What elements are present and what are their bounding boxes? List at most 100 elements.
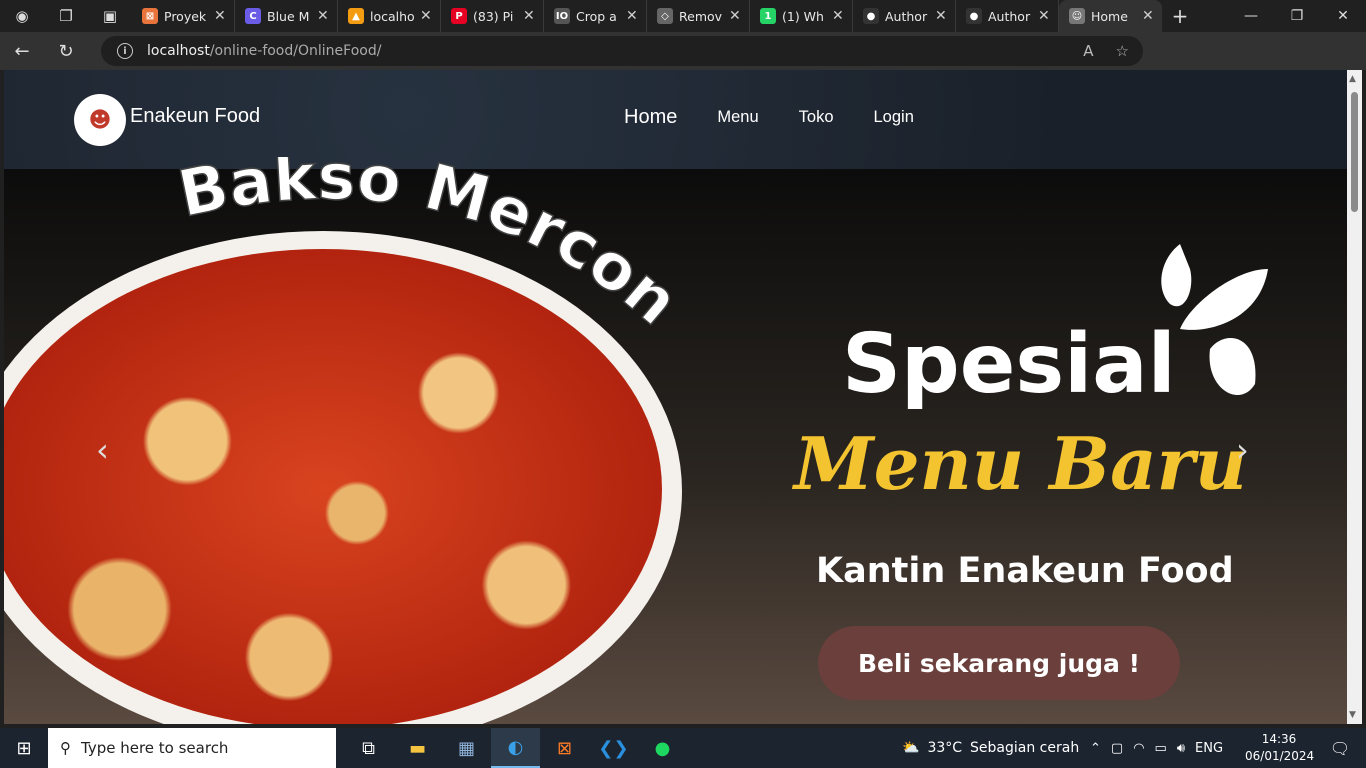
clock-time: 14:36 (1261, 732, 1297, 746)
window-close-icon[interactable]: ✕ (1320, 0, 1366, 32)
hero-tagline: Kantin Enakeun Food (816, 551, 1234, 591)
tab-favicon-icon: ☺ (1069, 8, 1085, 24)
tab-favicon-icon: C (245, 8, 261, 24)
tab-title: Proyek (164, 8, 207, 24)
vscode-icon[interactable]: ❮❯ (589, 728, 638, 768)
tab-favicon-icon: ● (966, 8, 982, 24)
buy-now-button[interactable]: Beli sekarang juga ! (818, 626, 1180, 700)
close-icon[interactable]: ✕ (214, 8, 226, 24)
carousel-next-icon[interactable]: › (1236, 431, 1249, 469)
url-bar[interactable]: i localhost/online-food/OnlineFood/ A ☆ (101, 36, 1143, 66)
meet-now-icon[interactable]: ▢ (1111, 741, 1123, 756)
tab-favicon-icon: IO (554, 8, 570, 24)
read-aloud-icon[interactable]: A (1083, 42, 1093, 60)
svg-text:Bakso Mercon: Bakso Mercon (174, 157, 692, 340)
close-icon[interactable]: ✕ (523, 8, 535, 24)
browser-tab[interactable]: ● Author ✕ (853, 0, 956, 32)
refresh-icon[interactable]: ↻ (44, 32, 88, 70)
tab-favicon-icon: ⊠ (142, 8, 158, 24)
site-brand[interactable]: Enakeun Food (130, 105, 260, 128)
nav-menu-link[interactable]: Menu (717, 108, 758, 127)
tab-favicon-icon: ● (863, 8, 879, 24)
browser-tab[interactable]: 1 (1) Wh ✕ (750, 0, 853, 32)
clock-date: 06/01/2024 (1245, 749, 1315, 763)
nav-toko-link[interactable]: Toko (799, 108, 834, 127)
browser-tab[interactable]: ⊠ Proyek ✕ (132, 0, 235, 32)
page-scrollbar[interactable]: ▲ ▼ (1347, 70, 1362, 724)
url-path: /online-food/OnlineFood/ (209, 43, 382, 59)
tab-favicon-icon: P (451, 8, 467, 24)
weather-temp: 33°C (927, 740, 963, 756)
search-icon: ⚲ (60, 739, 71, 757)
site-menu: Home Menu Toko Login (624, 106, 954, 129)
language-indicator[interactable]: ENG (1195, 741, 1223, 756)
carousel-prev-icon[interactable]: ‹ (96, 431, 109, 469)
file-explorer-icon[interactable]: ▬ (393, 728, 442, 768)
hero-subtitle: Menu Baru (794, 421, 1248, 506)
battery-icon[interactable]: ▭ (1155, 741, 1167, 756)
volume-icon[interactable]: 🔊︎ (1177, 741, 1185, 756)
browser-tab[interactable]: ● Author ✕ (956, 0, 1059, 32)
edge-icon[interactable]: ◐ (491, 728, 540, 768)
nav-home-link[interactable]: Home (624, 106, 677, 129)
close-icon[interactable]: ✕ (729, 8, 741, 24)
tab-favicon-icon: ◇ (657, 8, 673, 24)
nav-login-link[interactable]: Login (874, 108, 914, 127)
scrollbar-thumb[interactable] (1351, 92, 1358, 212)
calculator-icon[interactable]: ▦ (442, 728, 491, 768)
tab-title: (1) Wh (782, 8, 824, 24)
tab-title: Home (1091, 8, 1128, 24)
site-navbar: ☻ Enakeun Food Home Menu Toko Login (4, 70, 1347, 169)
windows-start-icon[interactable]: ⊞ (0, 728, 48, 768)
browser-tab[interactable]: C Blue M ✕ (235, 0, 338, 32)
wifi-icon[interactable]: ◠ (1133, 741, 1144, 756)
site-logo-icon[interactable]: ☻ (74, 94, 126, 146)
system-tray: ⌃ ▢ ◠ ▭ 🔊︎ ENG (1090, 728, 1223, 768)
tab-title: Author (988, 8, 1031, 24)
browser-tab[interactable]: ◇ Remov ✕ (647, 0, 750, 32)
tab-title: Author (885, 8, 928, 24)
browser-tab[interactable]: IO Crop a ✕ (544, 0, 647, 32)
taskbar-search[interactable]: ⚲ Type here to search (48, 728, 336, 768)
address-toolbar: ← ↻ i localhost/online-food/OnlineFood/ … (0, 32, 1366, 93)
close-icon[interactable]: ✕ (1038, 8, 1050, 24)
close-icon[interactable]: ✕ (626, 8, 638, 24)
url-host: localhost (147, 43, 210, 59)
close-icon[interactable]: ✕ (935, 8, 947, 24)
clock[interactable]: 14:36 06/01/2024 (1245, 731, 1315, 765)
tab-favicon-icon: 1 (760, 8, 776, 24)
spotify-icon[interactable]: ● (638, 728, 687, 768)
restore-icon[interactable]: ❐ (1274, 0, 1320, 32)
minimize-icon[interactable]: — (1228, 0, 1274, 32)
taskbar: ⊞ ⚲ Type here to search ⧉ ▬ ▦ ◐ ⊠ ❮❯ ● ⛅… (0, 728, 1366, 768)
weather-widget[interactable]: ⛅ 33°C Sebagian cerah (902, 728, 1079, 768)
search-placeholder: Type here to search (81, 739, 229, 757)
browser-tab[interactable]: P (83) Pi ✕ (441, 0, 544, 32)
hero-title: Spesial (842, 317, 1176, 412)
close-icon[interactable]: ✕ (832, 8, 844, 24)
xampp-icon[interactable]: ⊠ (540, 728, 589, 768)
task-view-icon[interactable]: ⧉ (344, 728, 393, 768)
new-tab-button[interactable]: + (1162, 0, 1198, 32)
chevron-up-icon[interactable]: ⌃ (1090, 741, 1101, 756)
close-icon[interactable]: ✕ (420, 8, 432, 24)
profile-icon[interactable]: ◉ (0, 0, 44, 32)
workspaces-icon[interactable]: ❐ (44, 0, 88, 32)
browser-tab-active[interactable]: ☺ Home ✕ (1059, 0, 1162, 32)
close-icon[interactable]: ✕ (1142, 8, 1154, 24)
tab-title: Blue M (267, 8, 310, 24)
browser-tab[interactable]: ▲ localho ✕ (338, 0, 441, 32)
tab-favicon-icon: ▲ (348, 8, 364, 24)
back-icon[interactable]: ← (0, 32, 44, 70)
tab-bar: ◉ ❐ ▣ ⊠ Proyek ✕ C Blue M ✕ ▲ localho ✕ … (0, 0, 1366, 32)
scroll-down-icon[interactable]: ▼ (1349, 710, 1356, 720)
web-page: ☻ Enakeun Food Home Menu Toko Login Baks… (4, 70, 1347, 724)
tab-title: Crop a (576, 8, 617, 24)
notifications-icon[interactable]: 🗨︎ (1320, 728, 1360, 768)
close-icon[interactable]: ✕ (317, 8, 329, 24)
tab-actions-icon[interactable]: ▣ (88, 0, 132, 32)
favorite-star-icon[interactable]: ☆ (1116, 42, 1129, 60)
scroll-up-icon[interactable]: ▲ (1349, 74, 1356, 84)
site-info-icon[interactable]: i (117, 43, 133, 59)
bakso-mercon-headline: Bakso Mercon (174, 157, 693, 341)
